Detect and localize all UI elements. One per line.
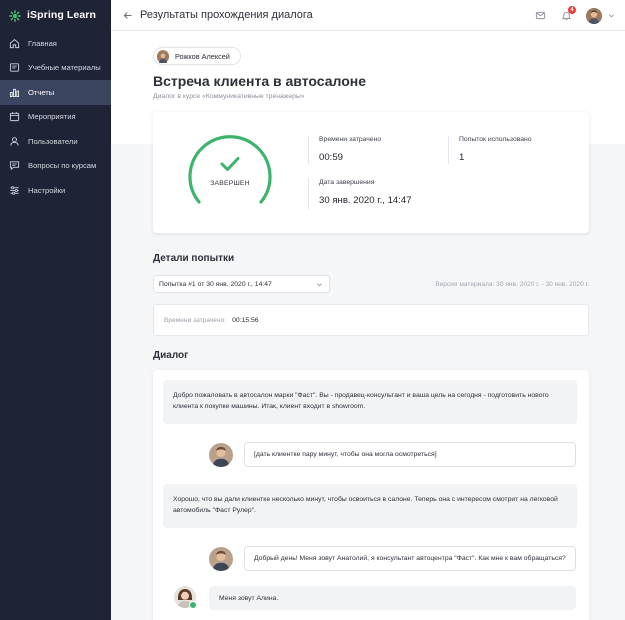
sidebar-item-label: Отчеты [28,87,55,97]
chat-title: Диалог [153,350,189,361]
sidebar-item-label: Настройки [28,185,66,195]
sidebar-item-reports[interactable]: Отчеты [0,80,111,105]
ispring-logo-icon [9,9,21,22]
attempt-details-title: Детали попытки [153,253,235,264]
top-bar-actions: 4 [534,0,615,31]
book-icon [9,62,20,73]
notification-badge: 4 [568,5,576,14]
attempts-value: 1 [459,152,465,163]
divider [448,136,449,164]
time-spent-label: Времени затрачено [319,136,382,143]
results-card: ЗАВЕРШЕН Времени затрачено 00:59 Попыток… [153,112,589,233]
avatar [209,443,233,467]
users-icon [9,136,20,147]
sliders-icon [9,185,20,196]
sidebar-item-settings[interactable]: Настройки [0,178,111,203]
sidebar-item-label: Пользователи [28,136,78,146]
dialog-title: Встреча клиента в автосалоне [153,73,366,89]
finish-date-label: Дата завершения [319,179,375,186]
attempt-select-value: Попытка #1 от 30 янв. 2020 г., 14:47 [159,280,272,288]
calendar-icon [9,111,20,122]
avatar [157,50,169,63]
user-message: Добрый день! Меня зовут Анатолий, я конс… [244,546,576,571]
brand[interactable]: iSpring Learn [0,0,111,30]
chevron-down-icon[interactable] [607,12,615,20]
attempts-label: Попыток использовано [459,136,532,143]
status-label: ЗАВЕРШЕН [210,180,250,187]
brand-name: iSpring Learn [27,9,96,21]
top-bar: Результаты прохождения диалога 4 [111,0,625,31]
user-message: [дать клиентке пару минут, чтобы она мог… [244,442,576,467]
sidebar-item-label: Мероприятия [28,112,76,122]
sidebar-nav: Главная Учебные материалы Отчеты Меропри… [0,31,111,203]
home-icon [9,38,20,49]
sidebar-item-users[interactable]: Пользователи [0,129,111,154]
sidebar: iSpring Learn Главная Учебные материалы … [0,0,111,620]
attempt-time-card: Времени затрачено: 00:15:56 [153,304,589,336]
system-message: Хорошо, что вы дали клиентке несколько м… [163,484,577,528]
attempt-time-value: 00:15:56 [232,316,259,324]
sidebar-item-questions[interactable]: Вопросы по курсам [0,154,111,179]
avatar [209,547,233,571]
online-status-icon [189,601,197,609]
checkmark-icon [220,157,240,171]
material-version: Версия материала: 30 янв. 2020 г. - 30 я… [435,281,589,288]
avatar[interactable] [586,7,602,24]
time-spent-value: 00:59 [319,152,344,163]
user-chip[interactable]: Рожков Алексей [153,47,241,65]
sidebar-item-label: Учебные материалы [28,63,101,73]
user-name: Рожков Алексей [175,51,230,61]
sidebar-item-events[interactable]: Мероприятия [0,105,111,130]
system-message: Добро пожаловать в автосалон марки "Фаст… [163,380,577,424]
bell-icon[interactable]: 4 [560,5,576,22]
divider [308,178,309,210]
sidebar-item-materials[interactable]: Учебные материалы [0,56,111,81]
chat-icon [9,160,20,171]
chart-icon [9,87,20,98]
sidebar-item-label: Вопросы по курсам [28,161,97,171]
main-content: Рожков Алексей Встреча клиента в автосал… [111,31,625,620]
chevron-down-icon [317,283,322,287]
back-arrow-icon[interactable] [121,9,133,21]
dialog-subtitle: Диалог в курсе «Коммуникативные тренажер… [153,93,305,100]
finish-date-value: 30 янв. 2020 г., 14:47 [319,195,412,206]
chat-transcript: Добро пожаловать в автосалон марки "Фаст… [153,370,589,620]
mail-icon[interactable] [534,10,546,22]
sidebar-item-label: Главная [28,38,57,48]
npc-message: Меня зовут Алина. [209,586,576,610]
attempt-time-label: Времени затрачено: [164,316,227,324]
page-title: Результаты прохождения диалога [140,9,313,21]
attempt-select[interactable]: Попытка #1 от 30 янв. 2020 г., 14:47 [153,275,330,293]
divider [308,136,309,164]
sidebar-item-home[interactable]: Главная [0,31,111,56]
